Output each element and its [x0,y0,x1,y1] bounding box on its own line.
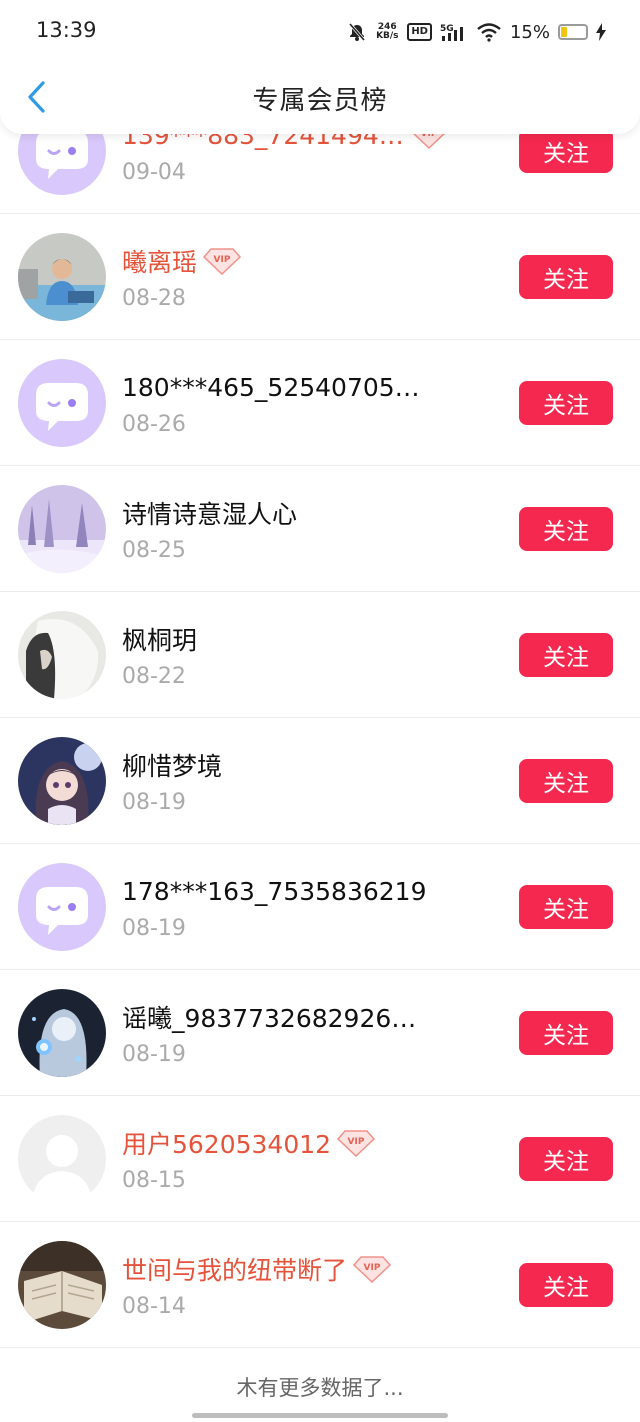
list-item[interactable]: 枫桐玥 08-22 关注 [0,592,640,718]
battery-icon [558,24,588,40]
member-name: 178***163_7535836219 [122,876,427,906]
member-list: 139***883_7241494… VIP 09-04 关注 曦离瑶 VIP … [0,88,640,1348]
list-item[interactable]: 谣曦_9837732682926… 08-19 关注 [0,970,640,1096]
wifi-icon [477,23,501,42]
member-date: 08-15 [122,1168,186,1193]
svg-text:VIP: VIP [364,1263,381,1273]
name-line: 柳惜梦境 [122,748,222,782]
list-item[interactable]: 用户5620534012 VIP 08-15 关注 [0,1096,640,1222]
default-person-avatar-icon [18,1115,106,1203]
svg-text:5G: 5G [440,24,454,34]
status-time: 13:39 [36,18,97,42]
net-speed: 246 KB/s [376,22,399,41]
battery-percent: 15% [509,21,550,43]
charging-icon [596,23,606,41]
member-name: 柳惜梦境 [122,752,223,781]
follow-button[interactable]: 关注 [519,1263,613,1307]
name-line: 世间与我的纽带断了 VIP [122,1252,392,1286]
list-item[interactable]: 曦离瑶 VIP 08-28 关注 [0,214,640,340]
vip-diamond-icon: VIP [203,248,242,275]
default-chat-avatar-icon [18,359,106,447]
member-date: 08-19 [122,916,186,941]
page-title: 专属会员榜 [252,86,388,116]
follow-button[interactable]: 关注 [519,381,613,425]
avatar[interactable] [18,989,106,1077]
member-date: 08-14 [122,1294,186,1319]
follow-button[interactable]: 关注 [519,1137,613,1181]
home-indicator[interactable] [192,1413,448,1418]
winter-photo-avatar-icon [18,485,106,573]
book-photo-avatar-icon [18,1241,106,1329]
name-line: 谣曦_9837732682926… [122,1000,416,1034]
list-item[interactable]: 180***465_52540705… 08-26 关注 [0,340,640,466]
member-name: 谣曦_9837732682926… [122,1004,417,1033]
member-name: 曦离瑶 [122,248,198,277]
grey-anime-avatar-icon [18,611,106,699]
follow-button[interactable]: 关注 [519,507,613,551]
svg-text:VIP: VIP [348,1137,365,1147]
follow-button[interactable]: 关注 [519,633,613,677]
member-date: 08-19 [122,1042,186,1067]
child-photo-avatar-icon [18,233,106,321]
follow-button[interactable]: 关注 [519,255,613,299]
no-more-data-text: 木有更多数据了... [236,1376,404,1400]
status-icons: 246 KB/s HD 5G 15% [347,18,606,46]
blue-anime-avatar-icon [18,989,106,1077]
follow-button[interactable]: 关注 [519,1011,613,1055]
member-date: 08-22 [122,664,186,689]
avatar[interactable] [18,611,106,699]
default-chat-avatar-icon [18,863,106,951]
member-date: 08-28 [122,286,186,311]
avatar[interactable] [18,737,106,825]
list-item[interactable]: 178***163_7535836219 08-19 关注 [0,844,640,970]
member-name: 枫桐玥 [122,626,198,655]
member-date: 08-25 [122,538,186,563]
list-item[interactable]: 柳惜梦境 08-19 关注 [0,718,640,844]
signal-5g-icon: 5G [440,24,463,41]
member-date: 08-19 [122,790,186,815]
member-date: 09-04 [122,160,186,185]
hd-badge: HD [407,23,432,41]
member-name: 180***465_52540705… [122,372,420,402]
avatar[interactable] [18,233,106,321]
avatar[interactable] [18,485,106,573]
vip-diamond-icon: VIP [353,1256,392,1283]
avatar[interactable] [18,863,106,951]
name-line: 178***163_7535836219 [122,874,427,908]
follow-button[interactable]: 关注 [519,885,613,929]
member-date: 08-26 [122,412,186,437]
follow-button[interactable]: 关注 [519,129,613,173]
avatar[interactable] [18,1115,106,1203]
member-name: 用户5620534012 [122,1130,332,1159]
list-item[interactable]: 诗情诗意湿人心 08-25 关注 [0,466,640,592]
avatar[interactable] [18,359,106,447]
name-line: 曦离瑶 VIP [122,244,242,278]
name-line: 用户5620534012 VIP [122,1126,376,1160]
name-line: 180***465_52540705… [122,370,420,404]
avatar[interactable] [18,1241,106,1329]
name-line: 诗情诗意湿人心 [122,496,297,530]
svg-text:VIP: VIP [214,255,231,265]
status-bar: 13:39 246 KB/s HD 5G 15% [0,0,640,64]
anime-girl-avatar-icon [18,737,106,825]
member-name: 世间与我的纽带断了 [122,1256,348,1285]
list-item[interactable]: 世间与我的纽带断了 VIP 08-14 关注 [0,1222,640,1348]
member-name: 诗情诗意湿人心 [122,500,298,529]
header: 专属会员榜 [0,60,640,134]
vip-diamond-icon: VIP [337,1130,376,1157]
name-line: 枫桐玥 [122,622,197,656]
follow-button[interactable]: 关注 [519,759,613,803]
mute-bell-icon [349,23,366,41]
